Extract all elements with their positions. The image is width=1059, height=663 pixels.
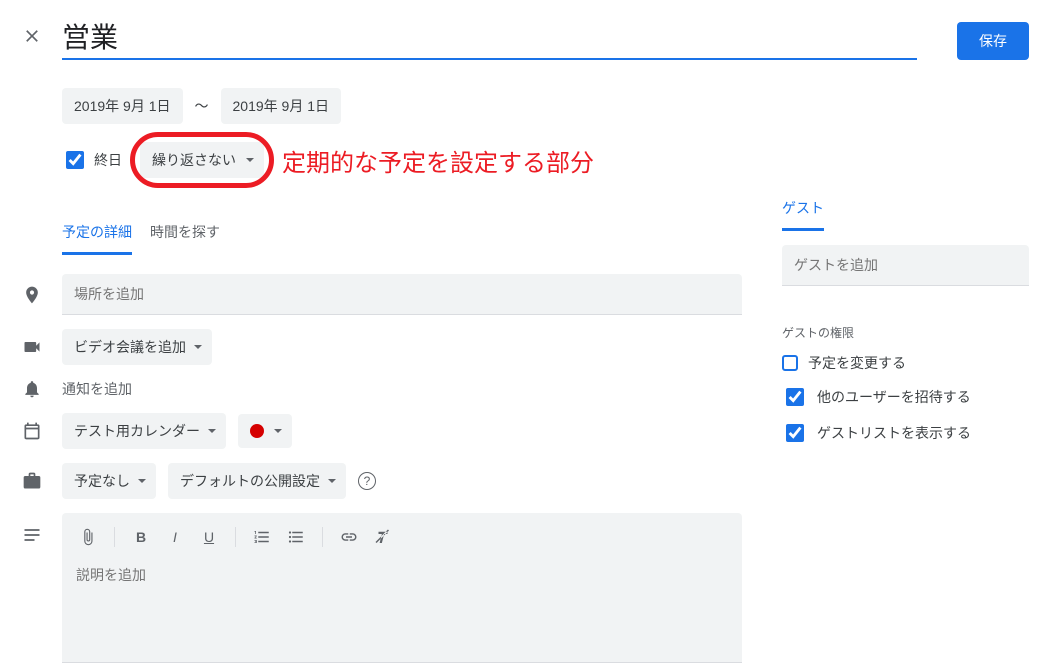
- description-icon: [22, 525, 42, 545]
- italic-icon[interactable]: I: [161, 523, 189, 551]
- clear-format-icon[interactable]: [369, 523, 397, 551]
- color-swatch: [250, 424, 264, 438]
- location-icon: [22, 285, 42, 305]
- calendar-select[interactable]: テスト用カレンダー: [62, 413, 226, 449]
- attach-icon[interactable]: [74, 523, 102, 551]
- tab-guests[interactable]: ゲスト: [782, 198, 824, 231]
- bold-icon[interactable]: B: [127, 523, 155, 551]
- underline-icon[interactable]: U: [195, 523, 223, 551]
- annotation-text: 定期的な予定を設定する部分: [282, 143, 594, 178]
- guest-permissions-heading: ゲストの権限: [782, 324, 1029, 341]
- chevron-down-icon: [138, 479, 146, 483]
- event-color-select[interactable]: [238, 414, 292, 448]
- location-input[interactable]: 場所を追加: [62, 274, 742, 315]
- tab-find-time[interactable]: 時間を探す: [150, 222, 220, 255]
- end-date-chip[interactable]: 2019年 9月 1日: [221, 88, 342, 124]
- perm-invite-label: 他のユーザーを招待する: [817, 387, 971, 407]
- perm-see-label: ゲストリストを表示する: [817, 423, 971, 443]
- perm-modify-label: 予定を変更する: [808, 353, 906, 373]
- perm-see-checkbox[interactable]: [786, 424, 804, 442]
- chevron-down-icon: [246, 158, 254, 162]
- ordered-list-icon[interactable]: [248, 523, 276, 551]
- visibility-select[interactable]: デフォルトの公開設定: [168, 463, 346, 499]
- allday-checkbox[interactable]: [66, 151, 84, 169]
- calendar-icon: [22, 421, 42, 441]
- chevron-down-icon: [194, 345, 202, 349]
- allday-label: 終日: [94, 150, 122, 170]
- bell-icon: [22, 379, 42, 399]
- tab-details[interactable]: 予定の詳細: [62, 222, 132, 255]
- perm-invite-checkbox[interactable]: [786, 388, 804, 406]
- start-date-chip[interactable]: 2019年 9月 1日: [62, 88, 183, 124]
- recurrence-dropdown[interactable]: 繰り返さない: [140, 142, 264, 178]
- close-icon[interactable]: [22, 26, 42, 46]
- chevron-down-icon: [208, 429, 216, 433]
- add-notification-button[interactable]: 通知を追加: [62, 379, 132, 399]
- availability-select[interactable]: 予定なし: [62, 463, 156, 499]
- description-placeholder: 説明を追加: [62, 561, 742, 599]
- event-title-input[interactable]: [62, 18, 917, 60]
- chevron-down-icon: [328, 479, 336, 483]
- guest-input[interactable]: ゲストを追加: [782, 245, 1029, 286]
- date-separator: 〜: [195, 96, 209, 116]
- chevron-down-icon: [274, 429, 282, 433]
- perm-modify-checkbox[interactable]: [782, 355, 798, 371]
- help-icon[interactable]: ?: [358, 472, 376, 490]
- save-button[interactable]: 保存: [957, 22, 1029, 60]
- link-icon[interactable]: [335, 523, 363, 551]
- unordered-list-icon[interactable]: [282, 523, 310, 551]
- video-icon: [22, 337, 42, 357]
- description-editor[interactable]: B I U: [62, 513, 742, 663]
- briefcase-icon: [22, 471, 42, 491]
- video-conference-dropdown[interactable]: ビデオ会議を追加: [62, 329, 212, 365]
